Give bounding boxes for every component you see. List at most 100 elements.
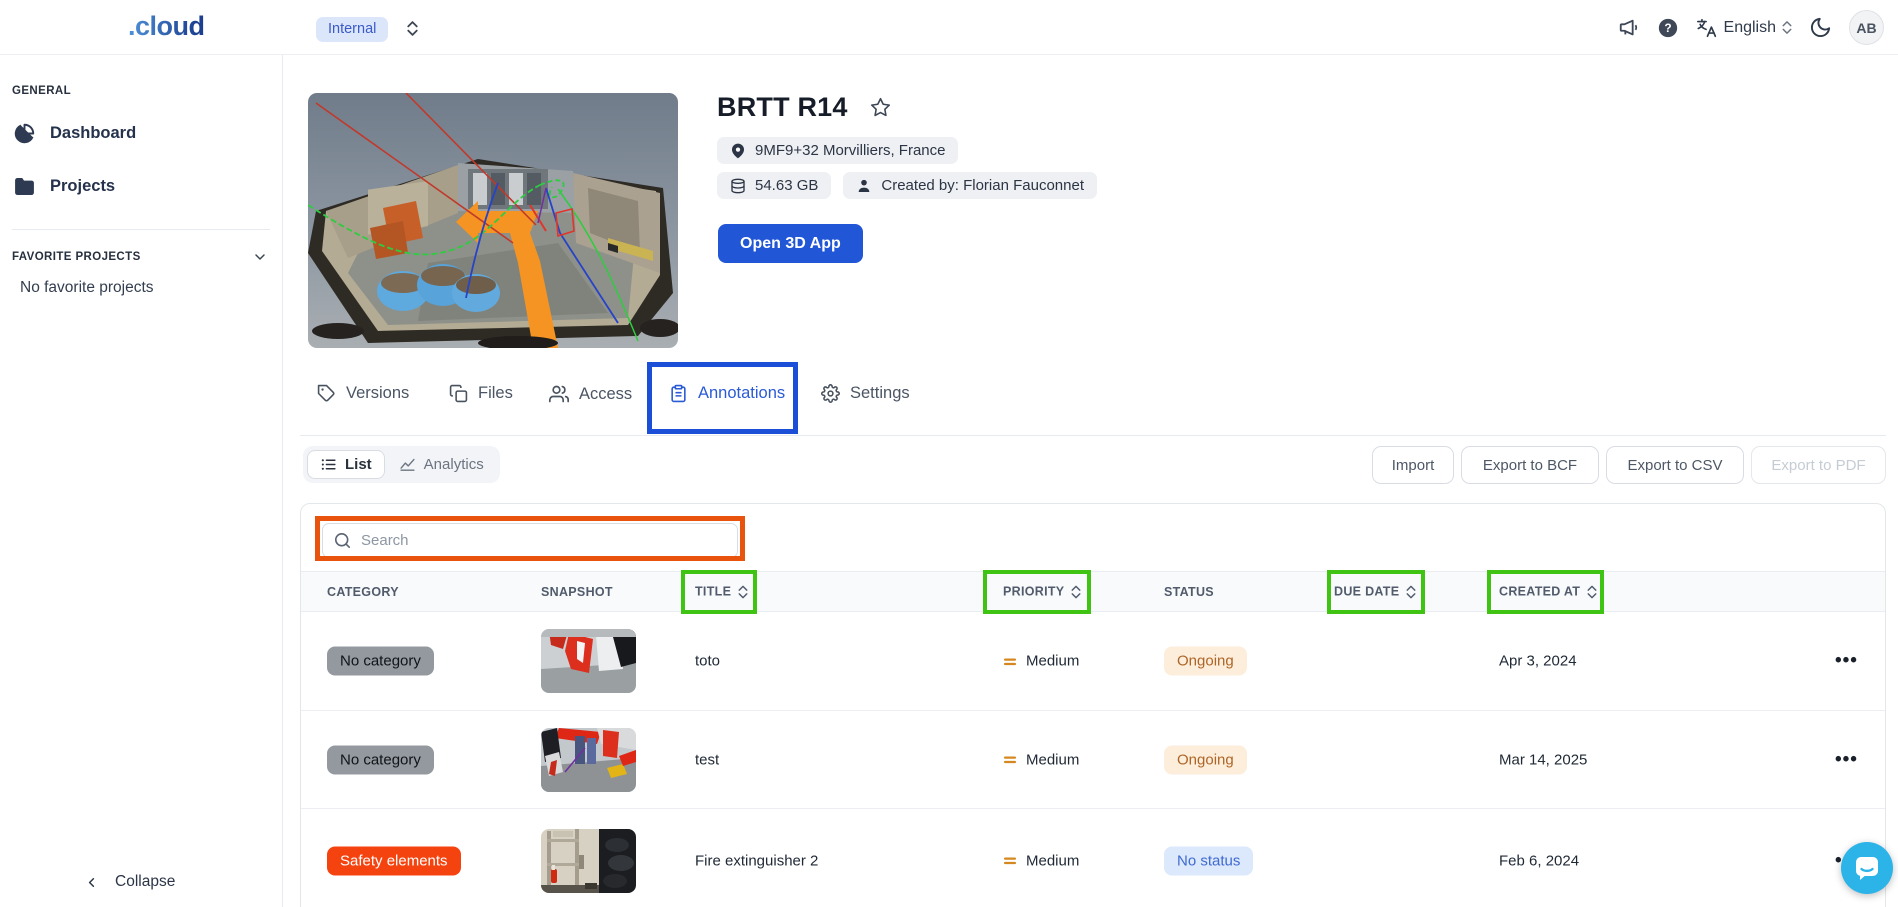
annotation-title: Fire extinguisher 2 (695, 852, 818, 869)
created-at-cell: Feb 6, 2024 (1499, 852, 1579, 869)
table-row[interactable]: Safety elements (301, 809, 1885, 907)
sidebar-item-projects[interactable]: Projects (14, 176, 115, 197)
sort-icon (738, 584, 748, 599)
priority-label: Medium (1026, 751, 1079, 768)
priority-medium-icon (1003, 854, 1017, 868)
user-avatar[interactable]: AB (1849, 10, 1884, 45)
project-creator: Created by: Florian Fauconnet (881, 177, 1084, 194)
priority-label: Medium (1026, 653, 1079, 670)
workspace-switcher-icon[interactable] (406, 20, 419, 37)
annotations-list-card: CATEGORY SNAPSHOT TITLE PRIORITY STATUS … (300, 503, 1886, 907)
gear-icon (821, 384, 840, 403)
sort-icon (1071, 584, 1081, 599)
tab-label: Access (579, 385, 632, 404)
project-3d-thumbnail[interactable] (308, 93, 678, 348)
users-icon (549, 384, 569, 404)
sidebar-item-label: Projects (50, 177, 115, 196)
sidebar-item-label: Dashboard (50, 124, 136, 143)
table-header-row: CATEGORY SNAPSHOT TITLE PRIORITY STATUS … (301, 571, 1885, 612)
view-toggle-list[interactable]: List (307, 450, 385, 479)
tab-settings[interactable]: Settings (821, 384, 910, 403)
priority-medium-icon (1003, 654, 1017, 668)
priority-medium-icon (1003, 753, 1017, 767)
table-row[interactable]: No category test (301, 711, 1885, 809)
export-pdf-button[interactable]: Export to PDF (1751, 446, 1886, 484)
help-icon[interactable]: ? (1657, 17, 1679, 39)
search-input[interactable] (322, 523, 738, 558)
sort-icon (1587, 584, 1597, 599)
category-badge: Safety elements (327, 846, 461, 875)
column-header-due-date[interactable]: DUE DATE (1334, 584, 1416, 599)
clipboard-icon (669, 384, 688, 403)
files-icon (449, 384, 468, 403)
tab-annotations[interactable]: Annotations (669, 384, 785, 403)
annotation-title: test (695, 751, 719, 768)
sidebar-item-dashboard[interactable]: Dashboard (14, 123, 136, 144)
view-toggle-list-label: List (345, 456, 372, 473)
open-3d-app-button[interactable]: Open 3D App (718, 224, 863, 263)
list-icon (320, 456, 337, 473)
tab-label: Files (478, 384, 513, 403)
annotation-title: toto (695, 653, 720, 670)
column-header-created-at[interactable]: CREATED AT (1499, 584, 1597, 599)
app-logo[interactable]: .cloud (128, 11, 205, 42)
project-location-badge: 9MF9+32 Morvilliers, France (717, 137, 958, 164)
collapse-label: Collapse (115, 873, 175, 891)
snapshot-thumbnail[interactable] (541, 629, 636, 693)
priority-cell: Medium (1003, 852, 1079, 869)
location-pin-icon (730, 143, 746, 159)
chat-icon (1854, 855, 1880, 881)
column-header-snapshot: SNAPSHOT (541, 585, 613, 599)
status-badge: Ongoing (1164, 745, 1247, 774)
category-badge: No category (327, 745, 434, 774)
category-badge: No category (327, 647, 434, 676)
pie-chart-icon (14, 123, 35, 144)
tab-files[interactable]: Files (449, 384, 513, 403)
tab-label: Settings (850, 384, 910, 403)
column-header-title[interactable]: TITLE (695, 584, 748, 599)
database-icon (730, 178, 746, 194)
tag-icon (317, 384, 336, 403)
announcements-icon[interactable] (1618, 17, 1640, 39)
tabs-divider (300, 435, 1886, 436)
status-badge: Ongoing (1164, 647, 1247, 676)
chevron-down-icon (252, 249, 268, 265)
view-toggle-analytics[interactable]: Analytics (387, 450, 496, 479)
language-selector[interactable]: English (1696, 17, 1792, 39)
topbar: .cloud Internal ? English AB (0, 0, 1898, 55)
table-row[interactable]: No category toto Medium Ongoing (301, 612, 1885, 711)
column-header-status: STATUS (1164, 585, 1214, 599)
project-creator-badge: Created by: Florian Fauconnet (843, 172, 1097, 199)
snapshot-thumbnail[interactable] (541, 728, 636, 792)
chat-launcher-button[interactable] (1841, 842, 1893, 894)
row-actions-menu[interactable]: ••• (1835, 650, 1858, 672)
tab-label: Annotations (698, 384, 785, 403)
collapse-sidebar-button[interactable]: Collapse (84, 873, 175, 891)
column-header-category: CATEGORY (327, 585, 399, 599)
project-size-badge: 54.63 GB (717, 172, 831, 199)
export-bcf-button[interactable]: Export to BCF (1461, 446, 1599, 484)
export-csv-button[interactable]: Export to CSV (1606, 446, 1744, 484)
project-title: BRTT R14 (717, 92, 848, 123)
row-actions-menu[interactable]: ••• (1835, 749, 1858, 771)
workspace-badge[interactable]: Internal (316, 17, 388, 42)
analytics-icon (399, 456, 416, 473)
favorites-empty-text: No favorite projects (20, 279, 154, 297)
tab-versions[interactable]: Versions (317, 384, 409, 403)
app-root: .cloud Internal ? English AB (0, 0, 1898, 907)
dark-mode-icon[interactable] (1809, 16, 1832, 39)
sidebar-divider (12, 229, 270, 230)
created-at-cell: Mar 14, 2025 (1499, 751, 1587, 768)
import-button[interactable]: Import (1372, 446, 1454, 484)
search-icon (333, 531, 352, 550)
snapshot-thumbnail[interactable] (541, 829, 636, 893)
created-at-cell: Apr 3, 2024 (1499, 653, 1577, 670)
project-location: 9MF9+32 Morvilliers, France (755, 142, 945, 159)
favorite-projects-header[interactable]: FAVORITE PROJECTS (12, 249, 268, 265)
favorite-star-icon[interactable] (870, 97, 891, 118)
column-header-priority[interactable]: PRIORITY (1003, 584, 1081, 599)
sidebar: GENERAL Dashboard Projects FAVORITE PROJ… (0, 55, 283, 907)
priority-label: Medium (1026, 852, 1079, 869)
tab-access[interactable]: Access (549, 384, 632, 404)
translate-icon (1696, 17, 1718, 39)
